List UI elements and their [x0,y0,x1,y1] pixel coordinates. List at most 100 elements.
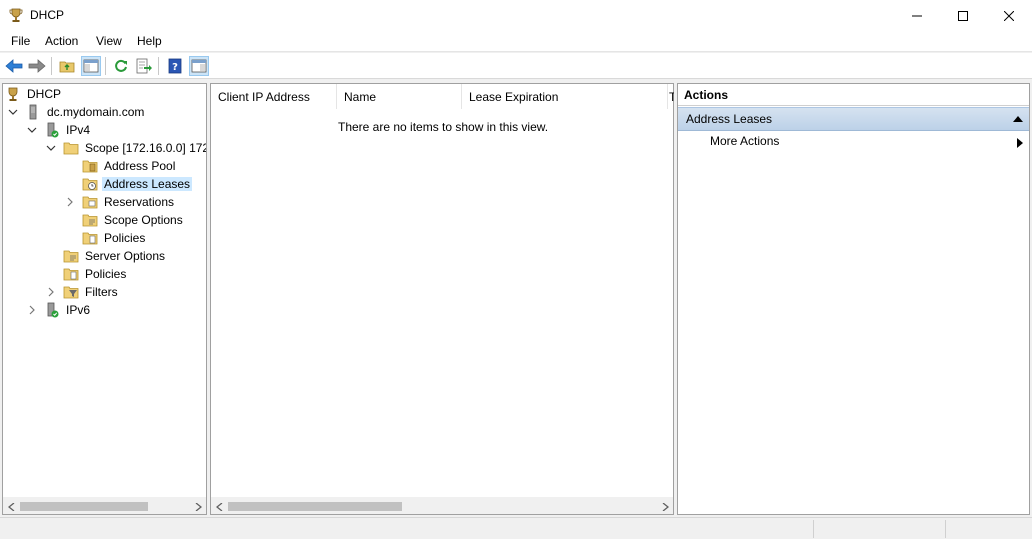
tree-node-label: Address Leases [102,177,193,191]
tree-node-reservations[interactable]: Reservations [64,193,176,211]
tree-node-server-options[interactable]: Server Options [63,247,167,265]
tree-node-label: IPv4 [66,123,91,137]
scroll-thumb[interactable] [20,502,148,511]
maximize-button[interactable] [940,0,986,31]
expand-chevron-icon[interactable] [45,286,57,298]
up-one-level-button[interactable] [57,56,77,76]
toolbar-separator [105,57,106,75]
tree-node-server[interactable]: dc.mydomain.com [7,103,146,121]
column-header-lease-expiration[interactable]: Lease Expiration [462,84,668,109]
actions-pane: Actions Address Leases More Actions [677,83,1030,515]
show-hide-console-tree-button[interactable] [81,56,101,76]
menu-action[interactable]: Action [43,34,80,48]
show-hide-action-pane-button[interactable] [189,56,209,76]
help-icon: ? [168,58,182,74]
policies-folder-icon [63,268,79,281]
dhcp-trophy-icon [9,8,23,22]
tree-node-ipv4[interactable]: IPv4 [26,121,92,139]
scroll-right-icon[interactable] [189,498,206,515]
expand-chevron-icon[interactable] [26,304,38,316]
column-header-type[interactable]: T [668,84,674,109]
tree-node-label: Filters [85,285,118,299]
tree-node-label: Policies [104,231,146,245]
toolbar-separator [158,57,159,75]
submenu-arrow-icon[interactable] [1017,138,1023,148]
tree-node-label: Scope [172.16.0.0] 172.1 [85,141,206,155]
tree-node-label: Policies [85,267,127,281]
tree-node-server-policies[interactable]: Policies [63,265,128,283]
export-list-icon [136,58,152,74]
server-options-icon [63,250,79,263]
status-bar [0,517,1032,539]
column-header-client-ip[interactable]: Client IP Address [211,84,337,109]
expand-chevron-icon[interactable] [64,196,76,208]
maximize-icon [958,10,968,21]
window-title: DHCP [30,8,65,22]
scope-options-folder-icon [82,214,98,227]
minimize-icon [912,15,922,16]
menu-bar: File Action View Help [0,32,1032,52]
list-horizontal-scrollbar[interactable] [211,497,673,514]
close-button[interactable] [986,0,1032,31]
actions-pane-title: Actions [678,84,1029,106]
back-arrow-icon [5,59,23,73]
svg-text:?: ? [172,62,178,73]
reservations-folder-icon [82,196,98,209]
scroll-left-icon[interactable] [3,498,20,515]
ipv4-server-icon [47,122,59,138]
results-list-pane[interactable]: Client IP Address Name Lease Expiration … [210,83,674,515]
tree-node-address-leases[interactable]: Address Leases [82,175,193,193]
tree-node-label: Address Pool [104,159,176,173]
folder-icon [63,142,79,155]
actions-section-label: Address Leases [686,112,773,126]
collapse-chevron-icon[interactable] [7,106,19,118]
status-bar-segment [945,520,1032,538]
dhcp-trophy-icon [8,87,18,101]
menu-view[interactable]: View [94,34,124,48]
tree-node-scope-options[interactable]: Scope Options [82,211,185,229]
column-header-name[interactable]: Name [337,84,462,109]
scroll-left-icon[interactable] [211,498,228,515]
menu-help[interactable]: Help [135,34,164,48]
tree-node-label: Scope Options [104,213,183,227]
collapse-chevron-icon[interactable] [45,142,57,154]
export-list-button[interactable] [134,56,154,76]
back-button[interactable] [4,56,24,76]
forward-button[interactable] [27,56,47,76]
tree-horizontal-scrollbar[interactable] [3,497,206,514]
tree-node-filters[interactable]: Filters [45,283,120,301]
close-icon [1004,10,1014,21]
tree-node-address-pool[interactable]: Address Pool [82,157,177,175]
address-pool-folder-icon [82,160,98,173]
console-tree: DHCP dc.mydomain.com IPv4 Scope [172.16.… [3,84,206,494]
tree-node-label: DHCP [27,87,62,101]
toolbar: ? [0,53,1032,79]
show-hide-console-tree-icon [83,59,99,73]
up-folder-icon [59,61,75,73]
tree-node-scope-policies[interactable]: Policies [82,229,147,247]
tree-node-label: Server Options [85,249,166,263]
scroll-thumb[interactable] [228,502,402,511]
filter-icon [63,286,79,299]
ipv6-server-icon [47,302,59,318]
tree-node-dhcp[interactable]: DHCP [5,85,63,103]
refresh-button[interactable] [111,56,131,76]
console-tree-pane[interactable]: DHCP dc.mydomain.com IPv4 Scope [172.16.… [2,83,207,515]
status-bar-segment [813,520,945,538]
actions-section-address-leases[interactable]: Address Leases [678,107,1029,131]
minimize-button[interactable] [894,0,940,31]
collapse-chevron-icon[interactable] [26,124,38,136]
collapse-section-icon[interactable] [1013,116,1023,122]
empty-list-message: There are no items to show in this view. [338,120,549,134]
toolbar-separator [51,57,52,75]
help-button[interactable]: ? [165,56,185,76]
menu-file[interactable]: File [9,34,32,48]
tree-node-ipv6[interactable]: IPv6 [26,301,92,319]
address-leases-folder-icon [82,178,98,191]
action-more-actions[interactable]: More Actions [710,134,779,148]
scroll-right-icon[interactable] [656,498,673,515]
tree-node-scope[interactable]: Scope [172.16.0.0] 172.1 [45,139,206,157]
show-hide-action-pane-icon [191,59,207,73]
refresh-icon [115,59,127,72]
tree-node-label: dc.mydomain.com [47,105,145,119]
